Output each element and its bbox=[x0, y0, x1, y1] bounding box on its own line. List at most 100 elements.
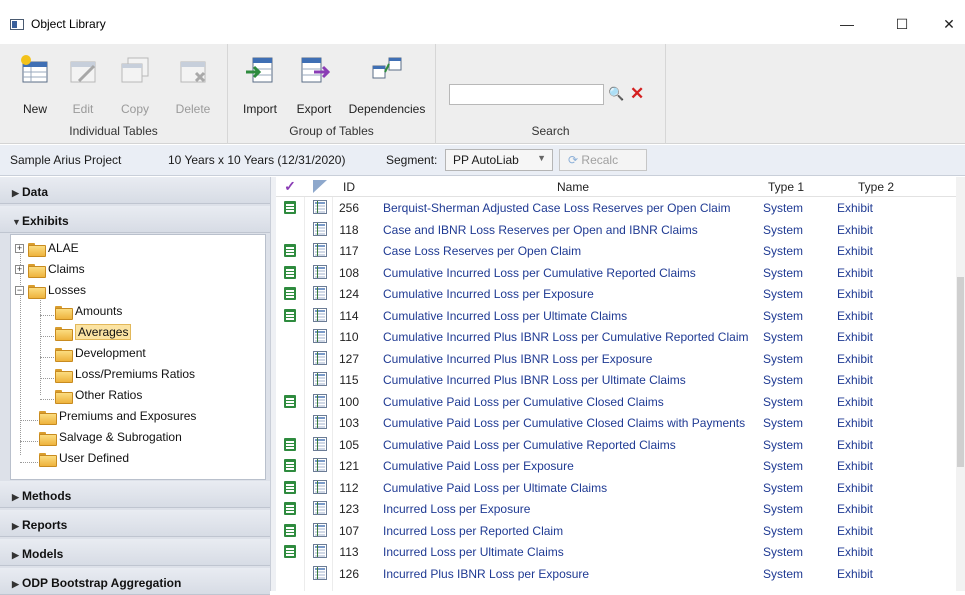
segment-dropdown[interactable]: PP AutoLiab ▼ bbox=[445, 149, 553, 171]
tree-node-salvage-subrogation[interactable]: Salvage & Subrogation bbox=[39, 430, 182, 450]
expand-icon[interactable]: + bbox=[15, 244, 24, 254]
folder-icon bbox=[28, 263, 46, 278]
new-table-icon bbox=[21, 55, 48, 83]
tree-node-development[interactable]: Development bbox=[55, 346, 146, 366]
excel-icon[interactable] bbox=[284, 287, 296, 300]
table-column-header-icon[interactable] bbox=[312, 180, 328, 196]
table-icon[interactable] bbox=[313, 415, 327, 429]
minimize-button[interactable]: — bbox=[832, 12, 862, 36]
excel-icon[interactable] bbox=[284, 545, 296, 558]
table-row[interactable]: 114 Cumulative Incurred Loss per Ultimate… bbox=[276, 305, 956, 326]
tree-node-losses[interactable]: − Losses bbox=[15, 283, 86, 303]
table-icon[interactable] bbox=[313, 350, 327, 365]
table-icon[interactable] bbox=[313, 522, 327, 537]
name-cell: Cumulative Paid Loss per Cumulative Clos… bbox=[383, 394, 664, 409]
table-icon[interactable] bbox=[313, 307, 327, 322]
excel-icon[interactable] bbox=[284, 437, 296, 451]
excel-icon[interactable] bbox=[284, 502, 296, 515]
table-row[interactable]: 103 Cumulative Paid Loss per Cumulative C… bbox=[276, 412, 956, 433]
exhibits-tree: + ALAE + Claims − Losses Amounts Averages D… bbox=[10, 234, 266, 480]
excel-icon[interactable] bbox=[284, 265, 296, 279]
export-button[interactable]: Export bbox=[290, 50, 338, 116]
chevron-down-icon: ▼ bbox=[537, 153, 546, 163]
excel-icon[interactable] bbox=[284, 244, 296, 257]
search-icon[interactable]: 🔍 bbox=[608, 86, 624, 102]
tree-node-premiums-exposures[interactable]: Premiums and Exposures bbox=[39, 409, 196, 429]
table-row[interactable]: 127 Cumulative Incurred Plus IBNR Loss pe… bbox=[276, 348, 956, 369]
table-icon[interactable] bbox=[313, 372, 327, 386]
section-models-label: Models bbox=[22, 547, 64, 561]
section-reports[interactable]: ▶ Reports bbox=[0, 510, 270, 537]
section-exhibits[interactable]: ▼Exhibits bbox=[0, 206, 270, 233]
table-row[interactable]: 121 Cumulative Paid Loss per Exposure Syst… bbox=[276, 455, 956, 476]
table-icon[interactable] bbox=[313, 544, 327, 558]
new-button[interactable]: New bbox=[14, 50, 56, 116]
section-models[interactable]: ▶ Models bbox=[0, 539, 270, 566]
copy-button[interactable]: Copy bbox=[112, 50, 158, 116]
excel-icon[interactable] bbox=[284, 394, 296, 408]
table-row[interactable]: 107 Incurred Loss per Reported Claim Syste… bbox=[276, 520, 956, 541]
table-icon[interactable] bbox=[313, 200, 327, 214]
table-row[interactable]: 110 Cumulative Incurred Plus IBNR Loss pe… bbox=[276, 326, 956, 347]
table-row[interactable]: 112 Cumulative Paid Loss per Ultimate Cla… bbox=[276, 477, 956, 498]
table-row[interactable]: 126 Incurred Plus IBNR Loss per Exposure S… bbox=[276, 563, 956, 584]
table-icon[interactable] bbox=[313, 501, 327, 515]
excel-icon[interactable] bbox=[284, 201, 296, 214]
scrollbar-thumb[interactable] bbox=[957, 277, 964, 467]
tree-node-amounts[interactable]: Amounts bbox=[55, 304, 122, 324]
table-row[interactable]: 117 Case Loss Reserves per Open Claim Syst… bbox=[276, 240, 956, 261]
tree-node-loss-premiums-ratios[interactable]: Loss/Premiums Ratios bbox=[55, 367, 195, 387]
type2-cell: Exhibit bbox=[837, 480, 874, 495]
table-row[interactable]: 123 Incurred Loss per Exposure System Exhib… bbox=[276, 498, 956, 519]
type2-column-header[interactable]: Type 2 bbox=[836, 180, 916, 194]
table-icon[interactable] bbox=[313, 221, 327, 236]
clear-search-icon[interactable]: ✕ bbox=[630, 84, 644, 104]
table-row[interactable]: 115 Cumulative Incurred Plus IBNR Loss pe… bbox=[276, 369, 956, 390]
folder-icon bbox=[55, 326, 73, 341]
table-icon[interactable] bbox=[313, 436, 327, 451]
table-icon[interactable] bbox=[313, 286, 327, 300]
tree-node-other-ratios[interactable]: Other Ratios bbox=[55, 388, 142, 408]
table-icon[interactable] bbox=[313, 479, 327, 494]
table-row[interactable]: 108 Cumulative Incurred Loss per Cumulati… bbox=[276, 262, 956, 283]
edit-button[interactable]: Edit bbox=[64, 50, 102, 116]
export-label: Export bbox=[296, 102, 332, 116]
type1-column-header[interactable]: Type 1 bbox=[756, 180, 816, 194]
table-icon[interactable] bbox=[313, 264, 327, 279]
import-button[interactable]: Import bbox=[236, 50, 284, 116]
excel-icon[interactable] bbox=[284, 480, 296, 494]
section-data[interactable]: ▶ Data bbox=[0, 177, 270, 204]
table-row[interactable]: 100 Cumulative Paid Loss per Cumulative C… bbox=[276, 391, 956, 412]
expand-icon[interactable]: + bbox=[15, 265, 24, 275]
excel-icon[interactable] bbox=[284, 459, 296, 472]
tree-node-alae[interactable]: + ALAE bbox=[15, 241, 79, 261]
check-column-header[interactable]: ✓ bbox=[282, 178, 298, 195]
collapse-icon[interactable]: − bbox=[15, 286, 24, 296]
tree-node-user-defined[interactable]: User Defined bbox=[39, 451, 129, 471]
table-row[interactable]: 118 Case and IBNR Loss Reserves per Open … bbox=[276, 219, 956, 240]
table-icon[interactable] bbox=[313, 393, 327, 408]
search-input[interactable] bbox=[449, 84, 604, 105]
table-icon[interactable] bbox=[313, 565, 327, 580]
copy-label: Copy bbox=[120, 102, 149, 116]
id-column-header[interactable]: ID bbox=[334, 180, 364, 194]
table-row[interactable]: 124 Cumulative Incurred Loss per Exposure… bbox=[276, 283, 956, 304]
excel-icon[interactable] bbox=[284, 523, 296, 537]
tree-node-averages[interactable]: Averages bbox=[55, 324, 132, 345]
tree-node-claims[interactable]: + Claims bbox=[15, 262, 85, 282]
table-row[interactable]: 113 Incurred Loss per Ultimate Claims Syst… bbox=[276, 541, 956, 562]
table-icon[interactable] bbox=[313, 243, 327, 257]
section-methods[interactable]: ▶ Methods bbox=[0, 481, 270, 508]
table-icon[interactable] bbox=[313, 458, 327, 472]
close-button[interactable]: ✕ bbox=[934, 12, 964, 36]
table-row[interactable]: 105 Cumulative Paid Loss per Cumulative R… bbox=[276, 434, 956, 455]
recalc-button[interactable]: ⟳ Recalc bbox=[559, 149, 647, 171]
name-column-header[interactable]: Name bbox=[383, 180, 763, 194]
dependencies-button[interactable]: Dependencies bbox=[344, 50, 430, 116]
maximize-button[interactable]: ☐ bbox=[887, 12, 917, 36]
excel-icon[interactable] bbox=[284, 308, 296, 322]
delete-button[interactable]: Delete bbox=[166, 50, 220, 116]
table-icon[interactable] bbox=[313, 329, 327, 343]
table-row[interactable]: 256 Berquist-Sherman Adjusted Case Loss R… bbox=[276, 197, 956, 218]
vertical-scrollbar[interactable] bbox=[956, 177, 965, 591]
